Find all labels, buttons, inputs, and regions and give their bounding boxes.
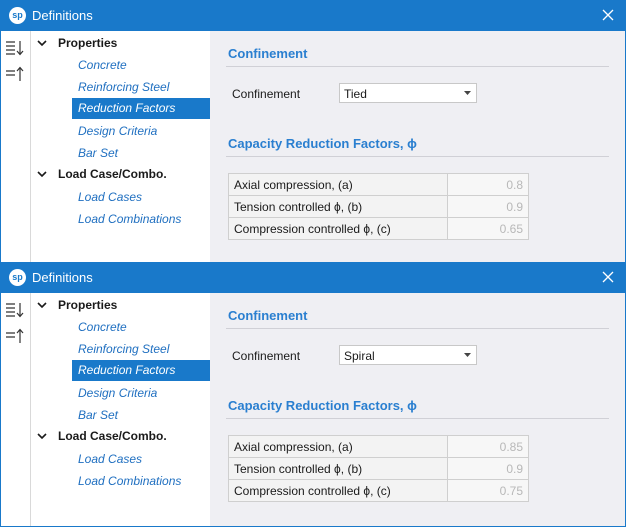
factor-value-field[interactable]: 0.9 [447,195,529,218]
tree-item-label: Load Cases [78,190,143,204]
tree-item-label: Reinforcing Steel [78,342,170,356]
collapse-all-icon[interactable] [5,327,25,345]
confinement-label: Confinement [232,349,301,363]
confinement-value: Spiral [344,349,375,363]
collapse-all-icon[interactable] [5,65,25,83]
reduction-factors-panel: Confinement Confinement Spiral Capacity … [210,293,625,526]
tree-item-label: Concrete [78,320,127,334]
tree-item-design-criteria[interactable]: Design Criteria [72,383,210,403]
expand-all-icon[interactable] [5,301,25,319]
confinement-value: Tied [344,87,367,101]
tree-group-properties[interactable]: Properties [31,33,210,53]
chevron-down-icon [37,171,47,178]
tree-group-label: Properties [58,36,118,50]
tree-item-label: Load Combinations [78,474,182,488]
tree-item-concrete[interactable]: Concrete [72,55,210,75]
tree-group-load-case-combo[interactable]: Load Case/Combo. [31,426,210,446]
section-divider [226,66,609,67]
tree-item-label: Load Cases [78,452,143,466]
confinement-dropdown[interactable]: Spiral [339,345,477,365]
reduction-factors-panel: Confinement Confinement Tied Capacity Re… [210,31,625,262]
table-row: Compression controlled ϕ, (c) 0.65 [227,217,529,240]
confinement-section-title: Confinement [228,46,308,61]
tree-item-label: Design Criteria [78,386,158,400]
chevron-down-icon [37,433,47,440]
dropdown-arrow-icon [464,91,471,95]
tree-item-load-cases[interactable]: Load Cases [72,449,210,469]
factor-label: Compression controlled ϕ, (c) [227,479,449,502]
tree-group-label: Load Case/Combo. [58,429,167,443]
tree-item-reduction-factors[interactable]: Reduction Factors [72,360,210,381]
tree-item-load-combinations[interactable]: Load Combinations [72,209,210,229]
tree-item-label: Load Combinations [78,212,182,226]
factor-label: Axial compression, (a) [227,435,449,458]
factors-table: Axial compression, (a) 0.85 Tension cont… [227,435,529,502]
tree-item-reinforcing-steel[interactable]: Reinforcing Steel [72,339,210,359]
dropdown-arrow-icon [464,353,471,357]
factor-label: Axial compression, (a) [227,173,449,196]
tree-toolstrip [1,293,31,526]
app-logo-icon: sp [9,7,26,24]
tree-item-label: Concrete [78,58,127,72]
section-divider [226,418,609,419]
factor-value-field[interactable]: 0.9 [447,457,529,480]
factor-value-field[interactable]: 0.65 [447,217,529,240]
window-title: Definitions [32,270,93,285]
table-row: Axial compression, (a) 0.85 [227,435,529,458]
chevron-down-icon [37,302,47,309]
definitions-tree: Properties Concrete Reinforcing Steel Re… [31,31,210,262]
tree-item-reduction-factors[interactable]: Reduction Factors [72,98,210,119]
tree-item-load-combinations[interactable]: Load Combinations [72,471,210,491]
expand-all-icon[interactable] [5,39,25,57]
tree-item-label: Design Criteria [78,124,158,138]
table-row: Tension controlled ϕ, (b) 0.9 [227,195,529,218]
tree-item-concrete[interactable]: Concrete [72,317,210,337]
table-row: Axial compression, (a) 0.8 [227,173,529,196]
factors-section-title: Capacity Reduction Factors, ϕ [228,136,417,151]
confinement-dropdown[interactable]: Tied [339,83,477,103]
tree-item-design-criteria[interactable]: Design Criteria [72,121,210,141]
chevron-down-icon [37,40,47,47]
definitions-tree: Properties Concrete Reinforcing Steel Re… [31,293,210,526]
tree-group-label: Properties [58,298,118,312]
tree-group-load-case-combo[interactable]: Load Case/Combo. [31,164,210,184]
tree-item-bar-set[interactable]: Bar Set [72,143,210,163]
window-title: Definitions [32,8,93,23]
factor-value-field[interactable]: 0.75 [447,479,529,502]
tree-group-label: Load Case/Combo. [58,167,167,181]
tree-toolstrip [1,31,31,262]
definitions-window-tied: sp Definitions Properties Concrete Reinf… [0,0,626,262]
factor-label: Compression controlled ϕ, (c) [227,217,449,240]
definitions-window-spiral: sp Definitions Properties Concrete Reinf… [0,262,626,527]
confinement-label: Confinement [232,87,301,101]
close-button[interactable] [597,266,619,288]
tree-item-label: Bar Set [78,408,119,422]
factor-value-field[interactable]: 0.8 [447,173,529,196]
title-bar: sp Definitions [1,0,625,31]
tree-item-bar-set[interactable]: Bar Set [72,405,210,425]
section-divider [226,328,609,329]
factors-table: Axial compression, (a) 0.8 Tension contr… [227,173,529,240]
factor-label: Tension controlled ϕ, (b) [227,457,449,480]
factor-value-field[interactable]: 0.85 [447,435,529,458]
close-icon [602,9,614,21]
factors-section-title: Capacity Reduction Factors, ϕ [228,398,417,413]
app-logo-icon: sp [9,269,26,286]
tree-item-label: Bar Set [78,146,119,160]
close-icon [602,271,614,283]
tree-item-label: Reduction Factors [78,363,176,377]
confinement-section-title: Confinement [228,308,308,323]
tree-group-properties[interactable]: Properties [31,295,210,315]
section-divider [226,156,609,157]
factor-label: Tension controlled ϕ, (b) [227,195,449,218]
tree-item-reinforcing-steel[interactable]: Reinforcing Steel [72,77,210,97]
tree-item-label: Reduction Factors [78,101,176,115]
table-row: Compression controlled ϕ, (c) 0.75 [227,479,529,502]
tree-item-label: Reinforcing Steel [78,80,170,94]
tree-item-load-cases[interactable]: Load Cases [72,187,210,207]
title-bar: sp Definitions [1,262,625,293]
table-row: Tension controlled ϕ, (b) 0.9 [227,457,529,480]
close-button[interactable] [597,4,619,26]
